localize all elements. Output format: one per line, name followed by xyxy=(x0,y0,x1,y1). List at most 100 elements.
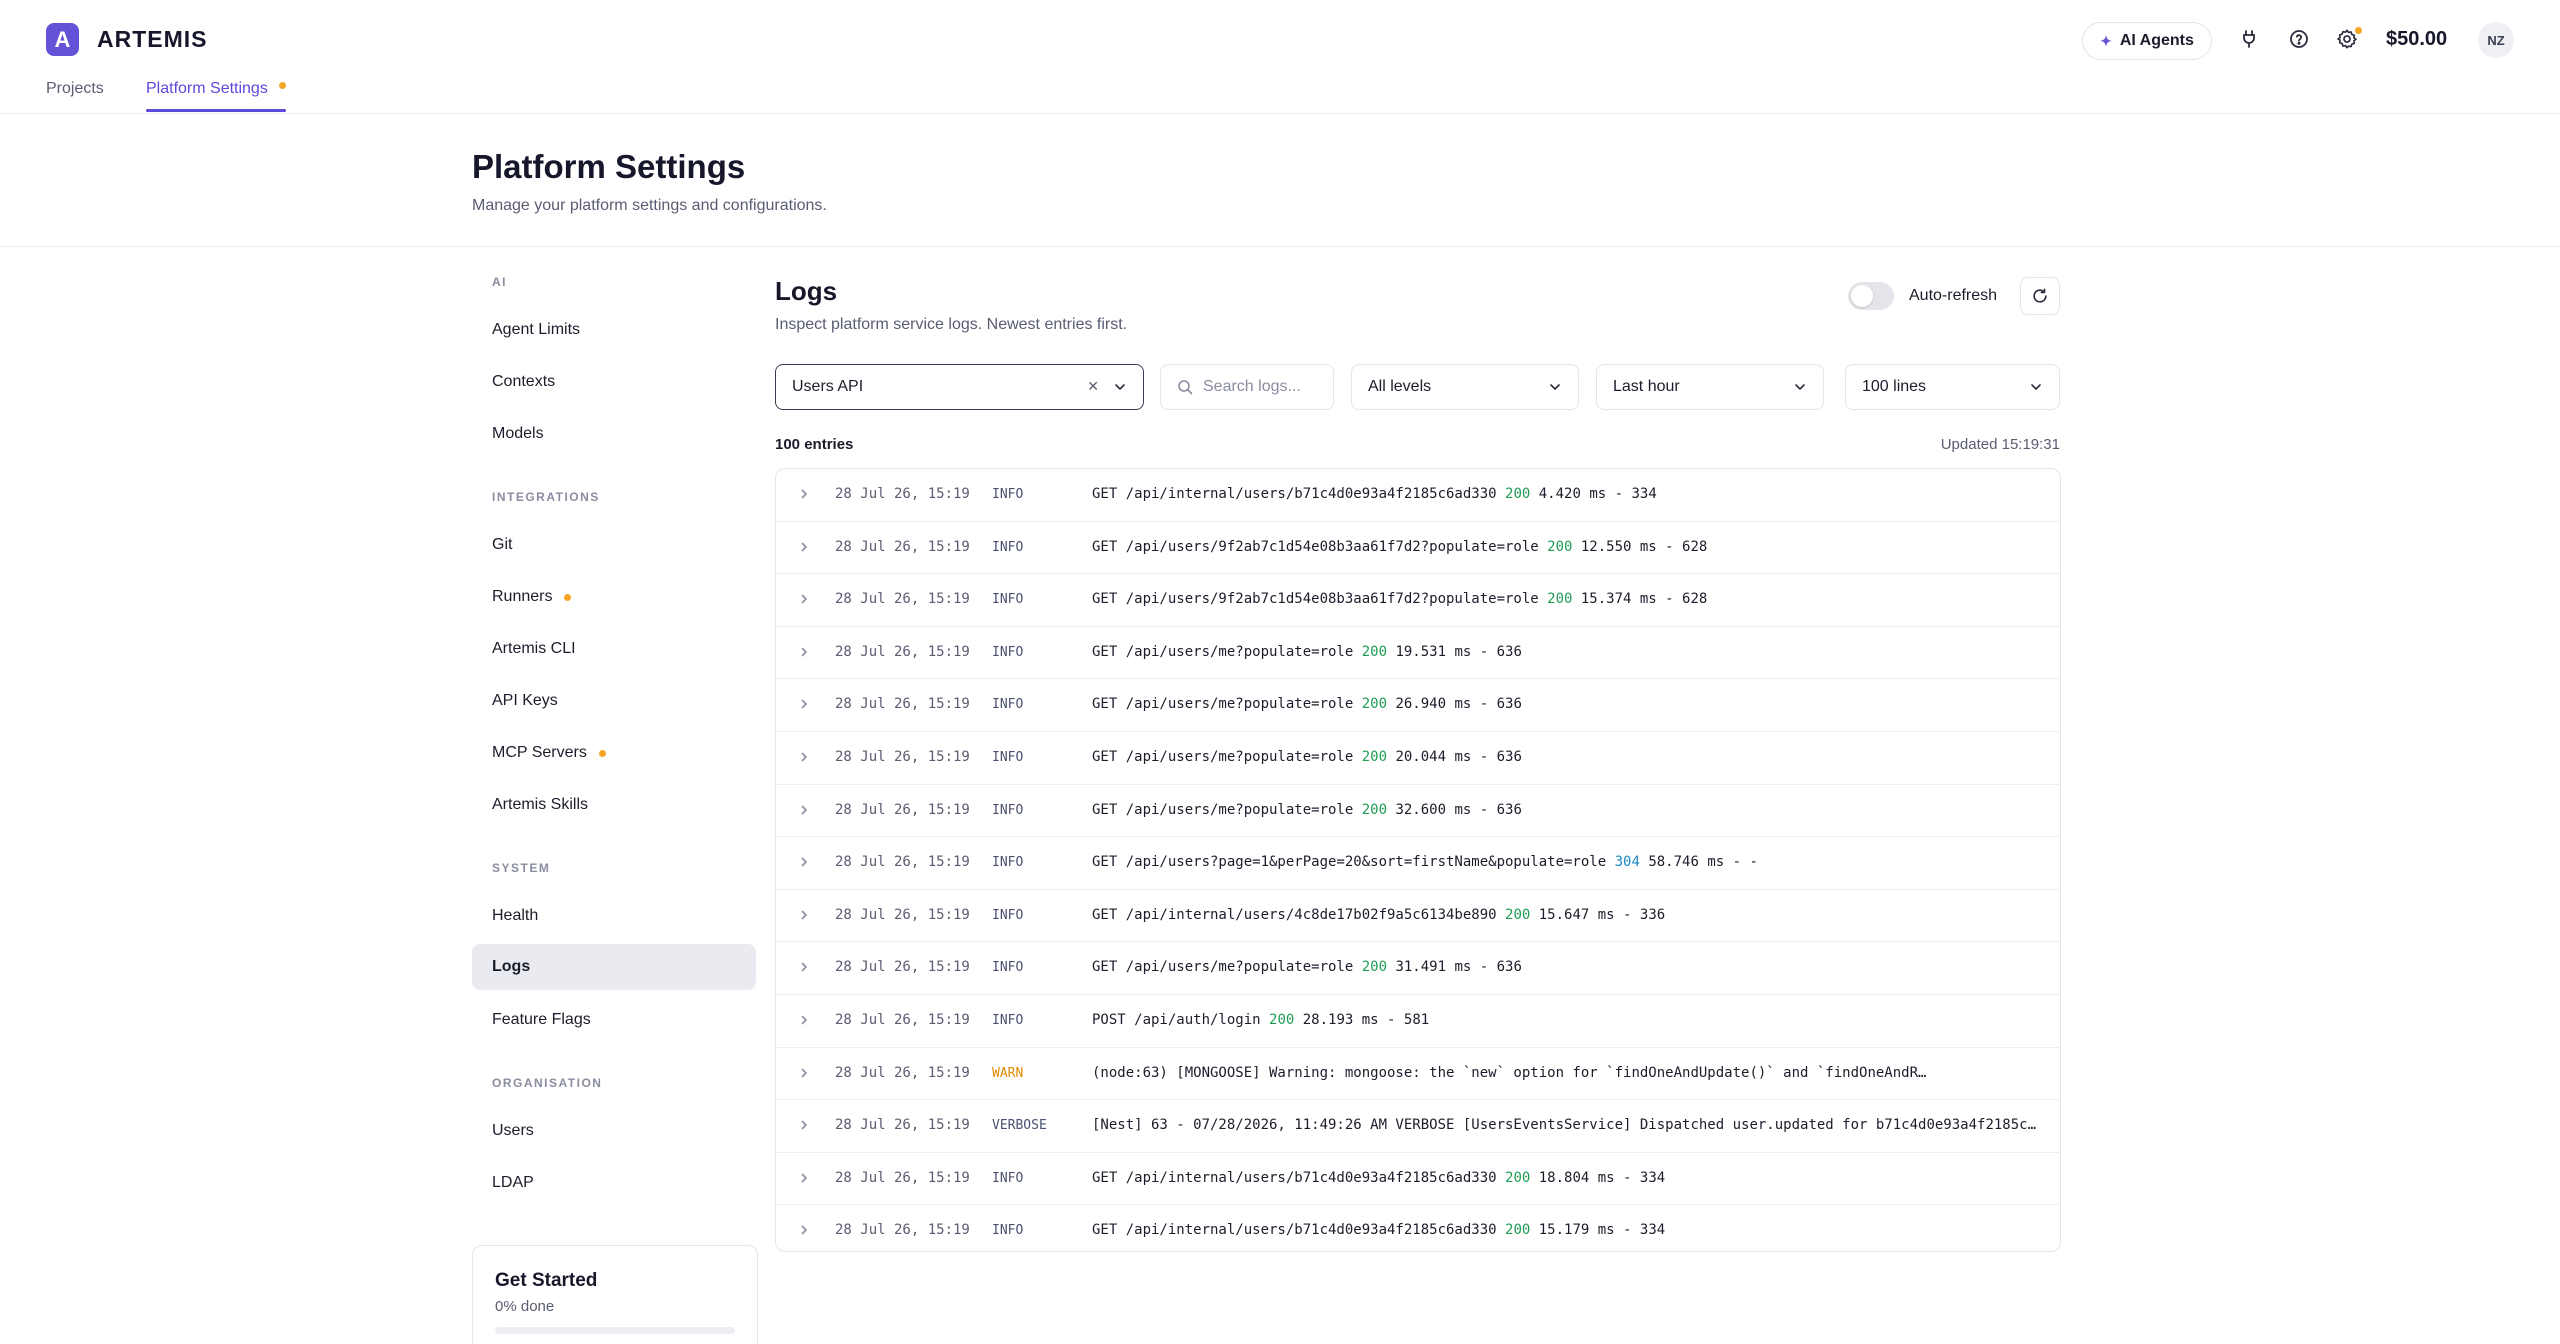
log-row[interactable]: 28 Jul 26, 15:19 VERBOSE [Nest] 63 - 07/28… xyxy=(776,1100,2060,1153)
chevron-right-icon[interactable] xyxy=(798,1067,810,1083)
log-status-code: 200 xyxy=(1361,959,1388,976)
sidebar-item-runners[interactable]: Runners xyxy=(472,574,756,620)
time-range-select[interactable]: Last hour xyxy=(1596,364,1824,410)
log-message-timing: 15.374 ms - 628 xyxy=(1572,591,1708,608)
user-avatar[interactable]: NZ xyxy=(2478,22,2514,58)
sidebar-item-health[interactable]: Health xyxy=(472,893,756,939)
chevron-right-icon[interactable] xyxy=(798,593,810,609)
sidebar-item-label: Agent Limits xyxy=(492,321,581,338)
log-message-timing: 32.600 ms - 636 xyxy=(1387,801,1522,818)
level-select[interactable]: All levels xyxy=(1351,364,1579,410)
log-level: INFO xyxy=(992,539,1024,555)
sidebar-item-api-keys[interactable]: API Keys xyxy=(472,678,756,724)
log-row[interactable]: 28 Jul 26, 15:19 WARN (node:63) [MONGOOSE]… xyxy=(776,1048,2060,1101)
chevron-right-icon[interactable] xyxy=(798,1119,810,1135)
sidebar-item-feature-flags[interactable]: Feature Flags xyxy=(472,997,756,1043)
tab-projects[interactable]: Projects xyxy=(46,80,104,98)
log-status-code: 200 xyxy=(1269,1011,1295,1028)
auto-refresh-toggle[interactable] xyxy=(1848,282,1894,310)
sidebar-item-logs[interactable]: Logs xyxy=(472,944,756,990)
level-select-value: All levels xyxy=(1368,378,1432,395)
service-select-value: Users API xyxy=(792,378,864,395)
app-logo[interactable]: A xyxy=(46,23,79,56)
log-timestamp: 28 Jul 26, 15:19 xyxy=(835,1222,970,1239)
chevron-right-icon[interactable] xyxy=(798,909,810,925)
log-row[interactable]: 28 Jul 26, 15:19 INFO GET /api/internal/us… xyxy=(776,469,2060,522)
log-message: GET /api/users/me?populate=role 200 20.0… xyxy=(1092,749,1522,765)
sidebar-item-git[interactable]: Git xyxy=(472,522,756,568)
log-row[interactable]: 28 Jul 26, 15:19 INFO GET /api/internal/us… xyxy=(776,1205,2060,1251)
log-row[interactable]: 28 Jul 26, 15:19 INFO GET /api/users/9f2ab… xyxy=(776,522,2060,575)
log-row[interactable]: 28 Jul 26, 15:19 INFO GET /api/internal/us… xyxy=(776,890,2060,943)
chevron-down-icon xyxy=(1548,380,1562,399)
log-row[interactable]: 28 Jul 26, 15:19 INFO GET /api/users/me?po… xyxy=(776,785,2060,838)
log-message-text: GET /api/users/me?populate=role xyxy=(1092,748,1362,765)
ai-agents-button[interactable]: ✦ AI Agents xyxy=(2082,22,2212,60)
sidebar-item-contexts[interactable]: Contexts xyxy=(472,359,756,405)
time-range-value: Last hour xyxy=(1613,378,1680,395)
service-select[interactable]: Users API ✕ xyxy=(775,364,1144,410)
get-started-card[interactable]: Get Started 0% done xyxy=(472,1245,758,1344)
sidebar-item-ldap[interactable]: LDAP xyxy=(472,1160,756,1206)
log-level: INFO xyxy=(992,907,1024,923)
log-row[interactable]: 28 Jul 26, 15:19 INFO GET /api/users/me?po… xyxy=(776,627,2060,680)
sidebar-item-users[interactable]: Users xyxy=(472,1108,756,1154)
chevron-right-icon[interactable] xyxy=(798,1224,810,1240)
log-timestamp: 28 Jul 26, 15:19 xyxy=(835,906,970,923)
log-message-timing: 15.179 ms - 334 xyxy=(1530,1222,1666,1239)
log-status-code: 200 xyxy=(1547,591,1573,608)
chevron-right-icon[interactable] xyxy=(798,961,810,977)
log-message: [Nest] 63 - 07/28/2026, 11:49:26 AM VERB… xyxy=(1092,1117,2036,1133)
chevron-right-icon[interactable] xyxy=(798,856,810,872)
log-message-timing: 12.550 ms - 628 xyxy=(1572,538,1708,555)
search-logs-placeholder: Search logs... xyxy=(1203,378,1301,395)
chevron-right-icon[interactable] xyxy=(798,751,810,767)
refresh-icon xyxy=(2031,287,2049,305)
log-row[interactable]: 28 Jul 26, 15:19 INFO GET /api/users/me?po… xyxy=(776,679,2060,732)
log-row[interactable]: 28 Jul 26, 15:19 INFO POST /api/auth/login… xyxy=(776,995,2060,1048)
log-message: GET /api/internal/users/b71c4d0e93a4f218… xyxy=(1092,1222,1665,1238)
refresh-button[interactable] xyxy=(2020,277,2060,315)
account-balance[interactable]: $50.00 xyxy=(2386,28,2447,51)
sidebar-item-artemis-skills[interactable]: Artemis Skills xyxy=(472,782,756,828)
sidebar-item-label: Feature Flags xyxy=(492,1011,591,1028)
chevron-right-icon[interactable] xyxy=(798,1172,810,1188)
chevron-right-icon[interactable] xyxy=(798,646,810,662)
log-timestamp: 28 Jul 26, 15:19 xyxy=(835,801,970,818)
tab-platform-settings[interactable]: Platform Settings xyxy=(146,80,268,98)
sidebar-item-artemis-cli[interactable]: Artemis CLI xyxy=(472,626,756,672)
chevron-right-icon[interactable] xyxy=(798,488,810,504)
log-row[interactable]: 28 Jul 26, 15:19 INFO GET /api/internal/us… xyxy=(776,1153,2060,1206)
log-message: (node:63) [MONGOOSE] Warning: mongoose: … xyxy=(1092,1065,1926,1081)
chevron-right-icon[interactable] xyxy=(798,1014,810,1030)
chevron-right-icon[interactable] xyxy=(798,698,810,714)
updated-timestamp: Updated 15:19:31 xyxy=(1940,436,2060,453)
plug-icon[interactable] xyxy=(2237,27,2261,51)
log-status-code: 304 xyxy=(1614,854,1640,871)
sidebar-item-models[interactable]: Models xyxy=(472,411,756,457)
sidebar-item-mcp-servers[interactable]: MCP Servers xyxy=(472,730,756,776)
lines-select[interactable]: 100 lines xyxy=(1845,364,2060,410)
log-message-timing: 20.044 ms - 636 xyxy=(1387,748,1522,765)
log-message-timing: 18.804 ms - 334 xyxy=(1530,1169,1666,1186)
log-message-text: POST /api/auth/login xyxy=(1092,1011,1270,1028)
log-row[interactable]: 28 Jul 26, 15:19 INFO GET /api/users/me?po… xyxy=(776,732,2060,785)
log-timestamp: 28 Jul 26, 15:19 xyxy=(835,959,970,976)
chevron-right-icon[interactable] xyxy=(798,541,810,557)
get-started-title: Get Started xyxy=(495,1270,598,1291)
log-row[interactable]: 28 Jul 26, 15:19 INFO GET /api/users?page=… xyxy=(776,837,2060,890)
search-logs-field[interactable]: Search logs... xyxy=(1160,364,1334,410)
log-message: GET /api/users/me?populate=role 200 31.4… xyxy=(1092,959,1522,975)
top-bar: A ARTEMIS Projects Platform Settings ✦ A… xyxy=(0,0,2560,114)
log-row[interactable]: 28 Jul 26, 15:19 INFO GET /api/users/me?po… xyxy=(776,942,2060,995)
clear-icon[interactable]: ✕ xyxy=(1087,378,1099,395)
get-started-progress-text: 0% done xyxy=(495,1298,555,1315)
chevron-right-icon[interactable] xyxy=(798,804,810,820)
sidebar-item-label: Health xyxy=(492,907,539,924)
log-level: INFO xyxy=(992,487,1024,502)
help-icon[interactable] xyxy=(2287,27,2311,51)
log-row[interactable]: 28 Jul 26, 15:19 INFO GET /api/users/9f2ab… xyxy=(776,574,2060,627)
log-message-text: GET /api/users/9f2ab7c1d54e08b3aa61f7d2?… xyxy=(1092,591,1548,608)
log-message: GET /api/users/me?populate=role 200 32.6… xyxy=(1092,802,1522,818)
sidebar-item-agent-limits[interactable]: Agent Limits xyxy=(472,307,756,353)
